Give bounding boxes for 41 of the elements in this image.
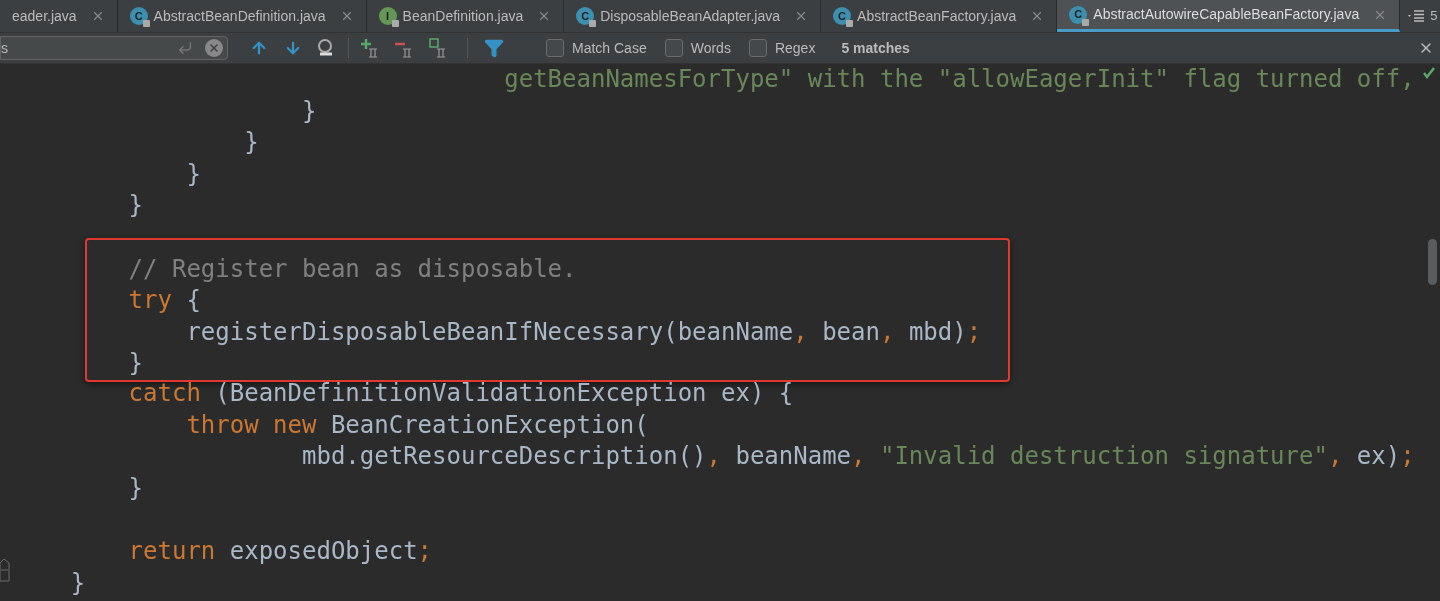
file-tab[interactable]: eader.java (0, 0, 118, 32)
filter-icon[interactable] (484, 38, 504, 58)
class-file-icon: C (129, 7, 148, 25)
tab-overflow-button[interactable]: 5 (1400, 0, 1440, 32)
match-count: 5 matches (841, 38, 910, 58)
code-line: catch (BeanDefinitionValidationException ex) { (127, 377, 794, 409)
code-line: } (127, 472, 144, 504)
enter-icon (177, 40, 193, 56)
class-file-icon: C (833, 7, 852, 25)
code-line: getBeanNamesForType" with the "allowEagerInit" flag turned off, (503, 64, 1415, 95)
code-line: } (69, 567, 86, 599)
check-icon (1422, 66, 1436, 80)
clear-icon[interactable] (205, 39, 223, 57)
code-line: mbd.getResourceDescription(), beanName, "Invalid destruction signature", ex); (301, 441, 1415, 473)
scrollbar-thumb[interactable] (1428, 239, 1437, 285)
code-line: } (185, 158, 201, 190)
search-field[interactable]: s (0, 36, 228, 60)
code-line: registerDisposableBeanIfNecessary(beanName, bean, mbd); (185, 316, 982, 348)
class-file-icon: C (576, 7, 595, 25)
class-file-icon: C (1069, 5, 1088, 24)
code-line: return exposedObject; (127, 535, 433, 567)
list-icon (1408, 10, 1427, 22)
code-line: throw new BeanCreationException( (185, 409, 649, 441)
class-file-icon: I (378, 7, 397, 25)
code-line: } (243, 127, 259, 159)
option-checkbox[interactable]: Regex (748, 37, 816, 59)
code-line: // Register bean as disposable. (127, 253, 577, 285)
code-line: try { (127, 285, 201, 317)
option-checkbox[interactable]: Match Case (546, 37, 647, 59)
code-line: } (127, 190, 144, 222)
search-input[interactable]: s (1, 37, 177, 59)
file-tab[interactable]: C AbstractAutowireCapableBeanFactory.java (1057, 0, 1401, 32)
next-match-icon[interactable] (284, 39, 302, 57)
option-checkbox[interactable]: Words (664, 37, 731, 59)
file-tab[interactable]: C AbstractBeanDefinition.java (117, 0, 367, 32)
code-line: } (301, 95, 317, 127)
previous-match-icon[interactable] (250, 39, 268, 57)
file-tab[interactable]: I BeanDefinition.java (366, 0, 565, 32)
fold-icon[interactable] (0, 559, 10, 585)
code-line: } (127, 348, 144, 380)
file-tab[interactable]: C DisposableBeanAdapter.java (564, 0, 822, 32)
